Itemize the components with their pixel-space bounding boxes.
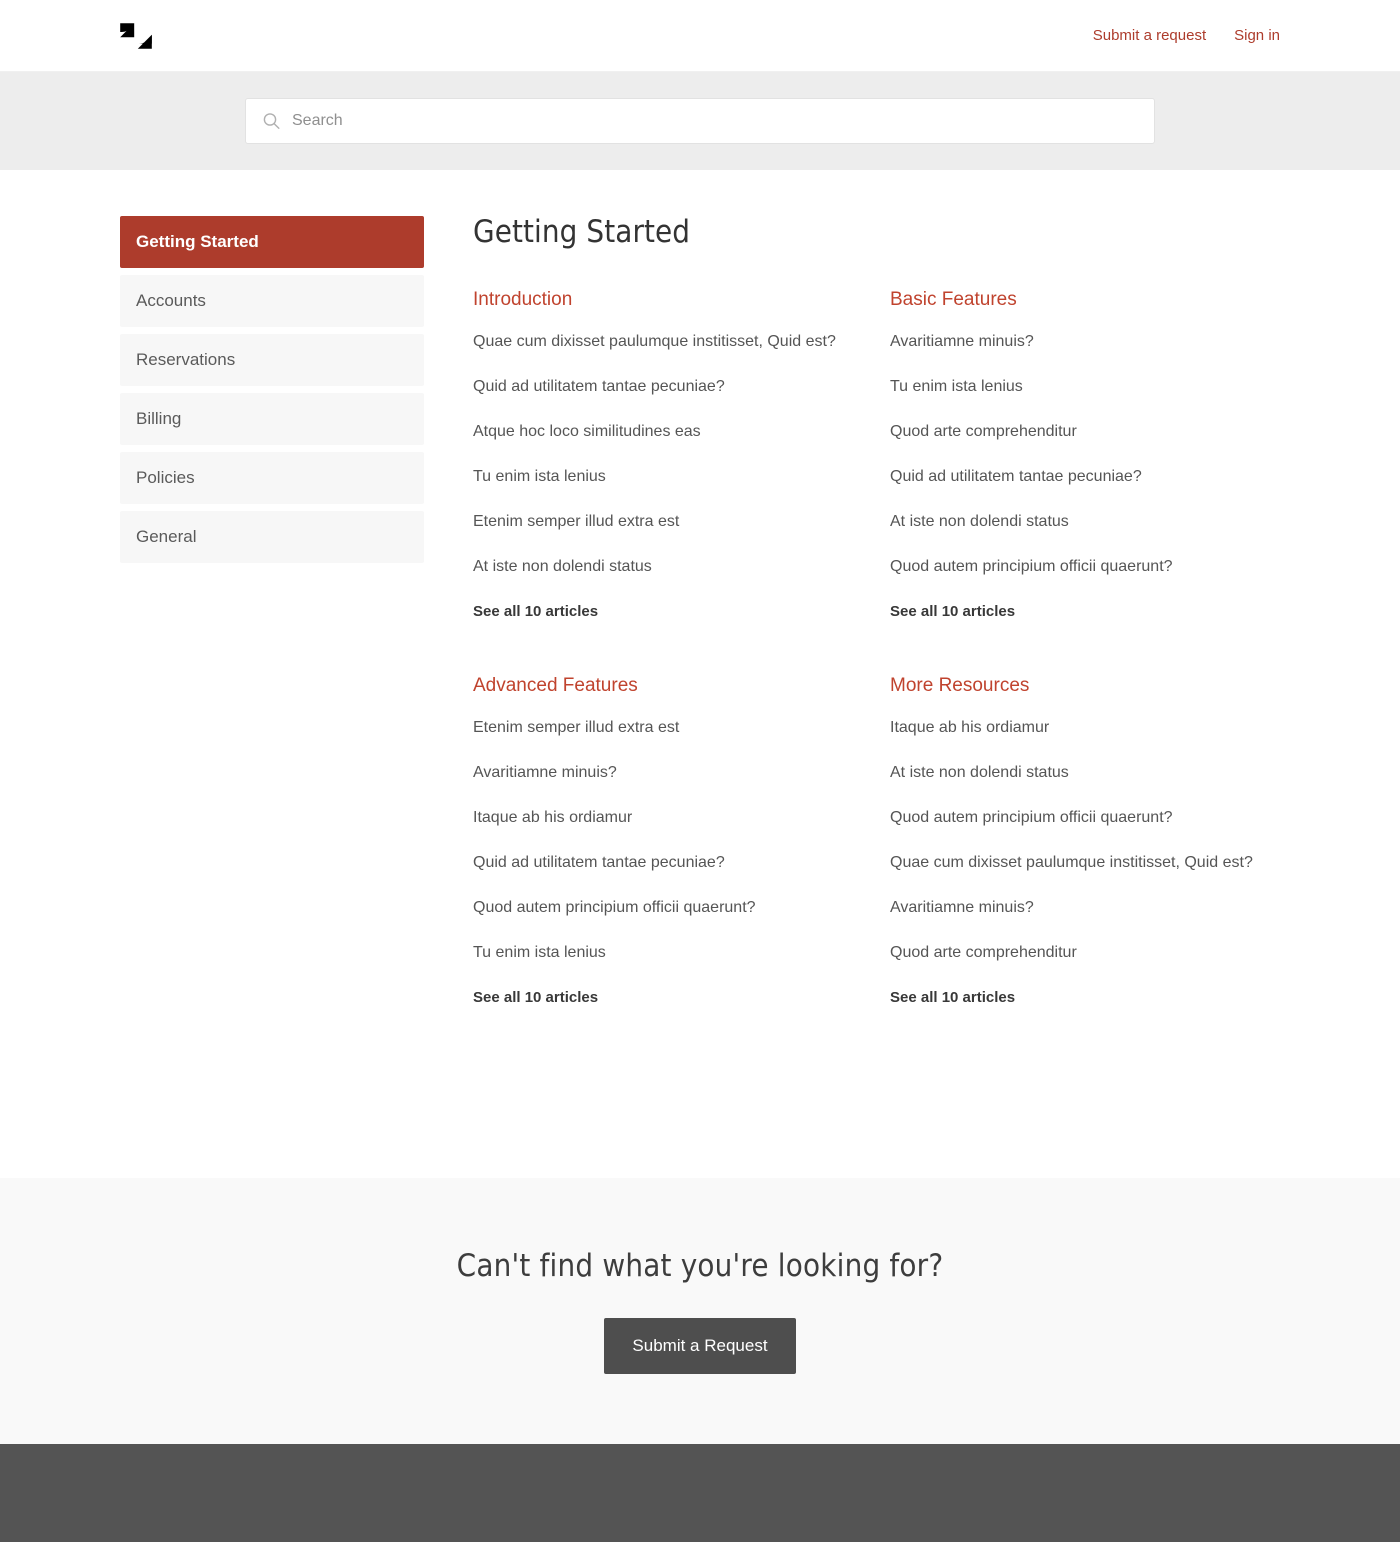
section-grid: Introduction Quae cum dixisset paulumque… xyxy=(473,288,1307,1060)
article-list-more-resources: Itaque ab his ordiamur At iste non dolen… xyxy=(890,716,1270,965)
article-link[interactable]: Tu enim ista lenius xyxy=(473,468,606,485)
site-header: Submit a request Sign in xyxy=(0,0,1400,72)
list-item: Atque hoc loco similitudines eas xyxy=(473,420,853,444)
list-item: Tu enim ista lenius xyxy=(890,375,1270,399)
list-item: Tu enim ista lenius xyxy=(473,465,853,489)
article-link[interactable]: Quae cum dixisset paulumque institisset,… xyxy=(473,333,836,350)
article-link[interactable]: Quod arte comprehenditur xyxy=(890,944,1077,961)
section-title-more-resources[interactable]: More Resources xyxy=(890,674,1029,698)
see-all-articles-link[interactable]: See all 10 articles xyxy=(473,988,598,1008)
article-link[interactable]: Etenim semper illud extra est xyxy=(473,719,679,736)
article-link[interactable]: Quid ad utilitatem tantae pecuniae? xyxy=(890,468,1142,485)
cta-heading: Can't find what you're looking for? xyxy=(456,1248,944,1284)
section-title-basic-features[interactable]: Basic Features xyxy=(890,288,1017,312)
list-item: Quid ad utilitatem tantae pecuniae? xyxy=(473,851,853,875)
list-item: At iste non dolendi status xyxy=(890,761,1270,785)
list-item: Avaritiamne minuis? xyxy=(890,896,1270,920)
list-item: Itaque ab his ordiamur xyxy=(473,806,853,830)
list-item: Quod arte comprehenditur xyxy=(890,420,1270,444)
section-introduction: Introduction Quae cum dixisset paulumque… xyxy=(473,288,853,674)
section-title-introduction[interactable]: Introduction xyxy=(473,288,572,312)
article-link[interactable]: Quod arte comprehenditur xyxy=(890,423,1077,440)
list-item: Itaque ab his ordiamur xyxy=(890,716,1270,740)
article-link[interactable]: Tu enim ista lenius xyxy=(890,378,1023,395)
sidebar-item-billing[interactable]: Billing xyxy=(120,393,424,445)
list-item: Quae cum dixisset paulumque institisset,… xyxy=(473,330,853,354)
article-link[interactable]: Quod autem principium officii quaerunt? xyxy=(890,558,1173,575)
article-link[interactable]: Etenim semper illud extra est xyxy=(473,513,679,530)
page-title: Getting Started xyxy=(473,214,691,250)
list-item: Quae cum dixisset paulumque institisset,… xyxy=(890,851,1270,875)
list-item: Etenim semper illud extra est xyxy=(473,716,853,740)
submit-a-request-button[interactable]: Submit a Request xyxy=(604,1318,796,1374)
list-item: Tu enim ista lenius xyxy=(473,941,853,965)
list-item: Quod autem principium officii quaerunt? xyxy=(890,806,1270,830)
search-wrapper xyxy=(245,98,1155,144)
header-nav: Submit a request Sign in xyxy=(1093,26,1280,46)
article-link[interactable]: Avaritiamne minuis? xyxy=(890,899,1034,916)
article-list-basic-features: Avaritiamne minuis? Tu enim ista lenius … xyxy=(890,330,1270,579)
article-list-introduction: Quae cum dixisset paulumque institisset,… xyxy=(473,330,853,579)
article-link[interactable]: At iste non dolendi status xyxy=(473,558,652,575)
article-link[interactable]: Quae cum dixisset paulumque institisset,… xyxy=(890,854,1253,871)
article-link[interactable]: Quid ad utilitatem tantae pecuniae? xyxy=(473,854,725,871)
section-more-resources: More Resources Itaque ab his ordiamur At… xyxy=(890,674,1270,1060)
see-all-articles-link[interactable]: See all 10 articles xyxy=(890,602,1015,622)
search-input[interactable] xyxy=(245,98,1155,144)
see-all-articles-link[interactable]: See all 10 articles xyxy=(473,602,598,622)
article-link[interactable]: Avaritiamne minuis? xyxy=(473,764,617,781)
sign-in-link[interactable]: Sign in xyxy=(1234,26,1280,46)
list-item: Quod autem principium officii quaerunt? xyxy=(890,555,1270,579)
zendesk-logo xyxy=(120,22,152,49)
section-title-advanced-features[interactable]: Advanced Features xyxy=(473,674,638,698)
sidebar-item-policies[interactable]: Policies xyxy=(120,452,424,504)
category-sidebar: Getting Started Accounts Reservations Bi… xyxy=(120,214,424,563)
list-item: Quod autem principium officii quaerunt? xyxy=(473,896,853,920)
article-link[interactable]: Quod autem principium officii quaerunt? xyxy=(473,899,756,916)
list-item: Avaritiamne minuis? xyxy=(473,761,853,785)
sidebar-item-general[interactable]: General xyxy=(120,511,424,563)
article-list-advanced-features: Etenim semper illud extra est Avaritiamn… xyxy=(473,716,853,965)
article-link[interactable]: Tu enim ista lenius xyxy=(473,944,606,961)
see-all-articles-link[interactable]: See all 10 articles xyxy=(890,988,1015,1008)
content-area: Getting Started Introduction Quae cum di… xyxy=(424,214,1307,1060)
list-item: Quid ad utilitatem tantae pecuniae? xyxy=(890,465,1270,489)
page-body: Getting Started Accounts Reservations Bi… xyxy=(0,170,1400,1178)
search-band xyxy=(0,72,1400,170)
section-basic-features: Basic Features Avaritiamne minuis? Tu en… xyxy=(890,288,1270,674)
sidebar-item-accounts[interactable]: Accounts xyxy=(120,275,424,327)
site-footer xyxy=(0,1444,1400,1542)
list-item: Quod arte comprehenditur xyxy=(890,941,1270,965)
section-advanced-features: Advanced Features Etenim semper illud ex… xyxy=(473,674,853,1060)
article-link[interactable]: At iste non dolendi status xyxy=(890,513,1069,530)
zendesk-logo-link[interactable] xyxy=(118,21,154,51)
list-item: At iste non dolendi status xyxy=(890,510,1270,534)
cta-band: Can't find what you're looking for? Subm… xyxy=(0,1178,1400,1444)
sidebar-item-getting-started[interactable]: Getting Started xyxy=(120,216,424,268)
article-link[interactable]: Quid ad utilitatem tantae pecuniae? xyxy=(473,378,725,395)
article-link[interactable]: Atque hoc loco similitudines eas xyxy=(473,423,701,440)
list-item: Quid ad utilitatem tantae pecuniae? xyxy=(473,375,853,399)
list-item: At iste non dolendi status xyxy=(473,555,853,579)
article-link[interactable]: Itaque ab his ordiamur xyxy=(473,809,632,826)
article-link[interactable]: Itaque ab his ordiamur xyxy=(890,719,1049,736)
sidebar-item-reservations[interactable]: Reservations xyxy=(120,334,424,386)
article-link[interactable]: At iste non dolendi status xyxy=(890,764,1069,781)
article-link[interactable]: Avaritiamne minuis? xyxy=(890,333,1034,350)
list-item: Avaritiamne minuis? xyxy=(890,330,1270,354)
submit-a-request-link[interactable]: Submit a request xyxy=(1093,26,1206,46)
article-link[interactable]: Quod autem principium officii quaerunt? xyxy=(890,809,1173,826)
list-item: Etenim semper illud extra est xyxy=(473,510,853,534)
